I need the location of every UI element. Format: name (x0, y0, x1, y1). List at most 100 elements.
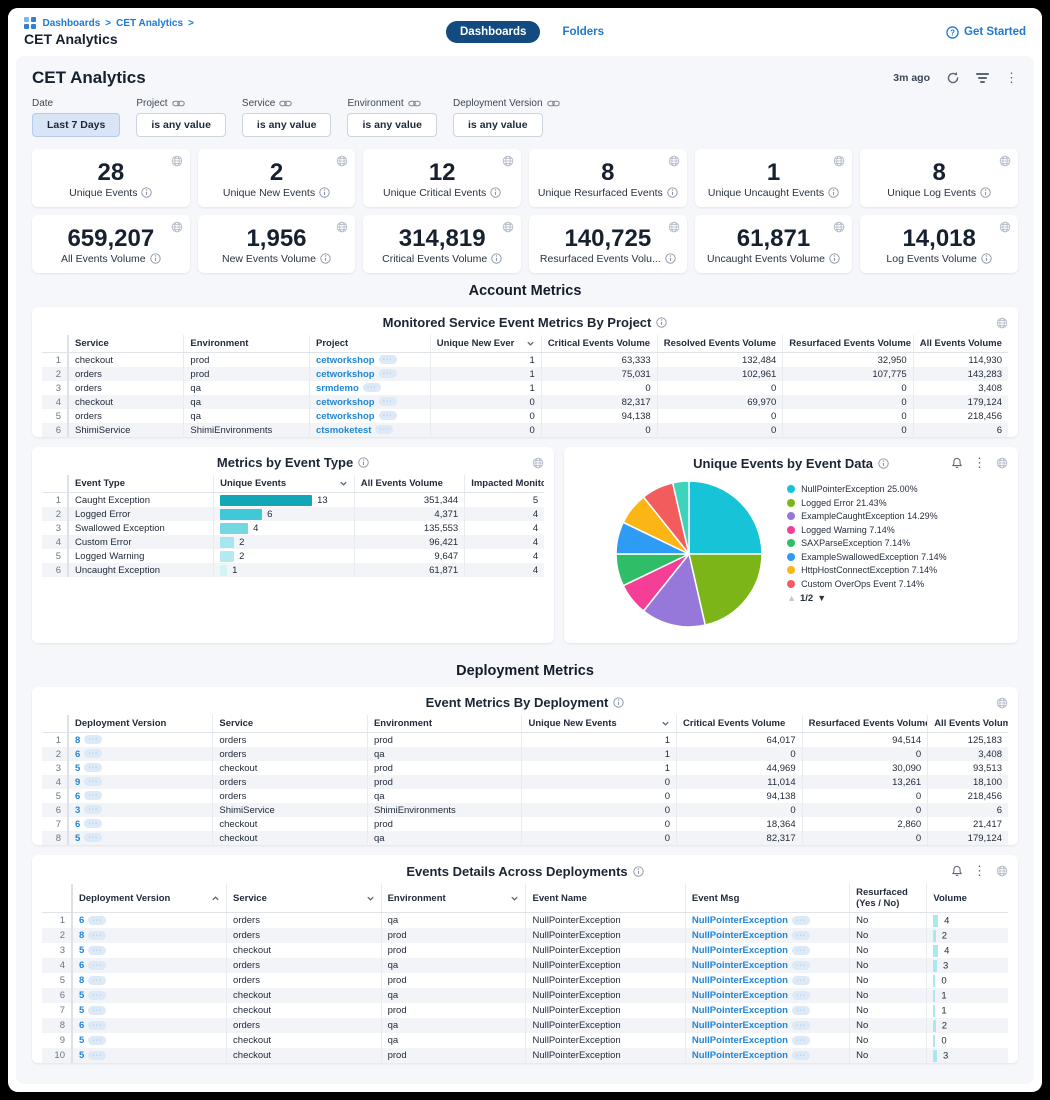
cell-link-text[interactable]: 8 (79, 975, 84, 986)
cell-link-text[interactable]: 5 (79, 1035, 84, 1046)
kebab-menu-icon[interactable]: ⋮ (973, 455, 986, 471)
tab-folders[interactable]: Folders (562, 26, 604, 38)
cell-link-text[interactable]: cetworkshop (316, 369, 375, 380)
more-options-pill[interactable]: ··· (84, 749, 102, 758)
cell-link-text[interactable]: 5 (79, 1050, 84, 1061)
column-header-all-events-volume[interactable]: All Events Volume (928, 715, 1008, 733)
cell-link-text[interactable]: 8 (75, 735, 80, 746)
tab-dashboards[interactable]: Dashboards (446, 21, 540, 43)
legend-page-up-icon[interactable]: ▲ (787, 593, 796, 603)
column-header-resolved-events-volume[interactable]: Resolved Events Volume (657, 335, 783, 353)
cell-link-text[interactable]: 5 (79, 990, 84, 1001)
globe-icon[interactable] (996, 457, 1008, 469)
cell-link-text[interactable]: 5 (79, 945, 84, 956)
info-icon[interactable] (667, 187, 678, 198)
globe-icon[interactable] (171, 155, 183, 167)
info-icon[interactable] (665, 253, 676, 264)
globe-icon[interactable] (996, 865, 1008, 877)
column-header-event-type[interactable]: Event Type (68, 475, 214, 493)
more-options-pill[interactable]: ··· (379, 355, 397, 364)
column-header-resurfaced[interactable]: Resurfaced(Yes / No) (850, 884, 927, 913)
more-options-pill[interactable]: ··· (792, 976, 810, 985)
column-header-critical-events-volume[interactable]: Critical Events Volume (541, 335, 657, 353)
more-options-pill[interactable]: ··· (88, 1021, 106, 1030)
column-header-environment[interactable]: Environment (184, 335, 310, 353)
info-icon[interactable] (980, 187, 991, 198)
get-started-link[interactable]: ? Get Started (946, 26, 1026, 39)
globe-icon[interactable] (336, 221, 348, 233)
more-options-pill[interactable]: ··· (84, 819, 102, 828)
more-options-pill[interactable]: ··· (88, 961, 106, 970)
cell-link-text[interactable]: cetworkshop (316, 355, 375, 366)
bell-icon[interactable] (951, 865, 963, 877)
cell-link-text[interactable]: NullPointerException (692, 1020, 788, 1031)
more-options-pill[interactable]: ··· (88, 1006, 106, 1015)
legend-item[interactable]: Logged Warning 7.14% (787, 525, 969, 536)
info-icon[interactable] (150, 253, 161, 264)
more-options-pill[interactable]: ··· (792, 1021, 810, 1030)
more-options-pill[interactable]: ··· (88, 976, 106, 985)
cell-link-text[interactable]: NullPointerException (692, 1005, 788, 1016)
filter-icon[interactable] (976, 73, 989, 83)
globe-icon[interactable] (336, 155, 348, 167)
info-icon[interactable] (878, 458, 889, 469)
column-header-resurfaced-events-volume[interactable]: Resurfaced Events Volume (802, 715, 928, 733)
cell-link-text[interactable]: NullPointerException (692, 975, 788, 986)
globe-icon[interactable] (996, 317, 1008, 329)
refresh-icon[interactable] (946, 71, 960, 85)
more-options-pill[interactable]: ··· (375, 425, 393, 434)
cell-link-text[interactable]: 3 (75, 805, 80, 816)
more-options-pill[interactable]: ··· (84, 763, 102, 772)
column-header-unique-new-ever[interactable]: Unique New Ever (430, 335, 541, 353)
info-icon[interactable] (358, 457, 369, 468)
cell-link-text[interactable]: 6 (79, 915, 84, 926)
globe-icon[interactable] (668, 221, 680, 233)
globe-icon[interactable] (996, 697, 1008, 709)
more-options-pill[interactable]: ··· (379, 411, 397, 420)
more-options-pill[interactable]: ··· (379, 369, 397, 378)
column-header-environment[interactable]: Environment (367, 715, 522, 733)
filter-value-button[interactable]: is any value (347, 113, 437, 137)
cell-link-text[interactable]: 8 (79, 930, 84, 941)
cell-link-text[interactable]: NullPointerException (692, 915, 788, 926)
column-header-event-name[interactable]: Event Name (526, 884, 685, 913)
column-header-impacted-monitored-services[interactable]: Impacted Monitored Services (465, 475, 544, 493)
cell-link-text[interactable]: 6 (75, 749, 80, 760)
cell-link-text[interactable]: NullPointerException (692, 1035, 788, 1046)
column-header-event-msg[interactable]: Event Msg (685, 884, 849, 913)
more-options-pill[interactable]: ··· (88, 946, 106, 955)
cell-link-text[interactable]: 5 (75, 833, 80, 844)
column-header-environment[interactable]: Environment (381, 884, 526, 913)
cell-link-text[interactable]: NullPointerException (692, 990, 788, 1001)
kebab-menu-icon[interactable]: ⋮ (1005, 70, 1018, 86)
column-header-all-events-volume[interactable]: All Events Volume (913, 335, 1008, 353)
globe-icon[interactable] (532, 457, 544, 469)
legend-item[interactable]: SAXParseException 7.14% (787, 538, 969, 549)
column-header-unique-new-events[interactable]: Unique New Events (522, 715, 677, 733)
more-options-pill[interactable]: ··· (88, 916, 106, 925)
filter-value-button[interactable]: is any value (242, 113, 332, 137)
globe-icon[interactable] (668, 155, 680, 167)
more-options-pill[interactable]: ··· (792, 1006, 810, 1015)
column-header-volume[interactable]: Volume (927, 884, 1008, 913)
breadcrumb-current[interactable]: CET Analytics (116, 18, 183, 29)
column-header-project[interactable]: Project (309, 335, 430, 353)
more-options-pill[interactable]: ··· (792, 916, 810, 925)
more-options-pill[interactable]: ··· (84, 777, 102, 786)
column-header-service[interactable]: Service (227, 884, 382, 913)
cell-link-text[interactable]: NullPointerException (692, 960, 788, 971)
cell-link-text[interactable]: NullPointerException (692, 1050, 788, 1061)
more-options-pill[interactable]: ··· (84, 833, 102, 842)
filter-value-button[interactable]: is any value (453, 113, 543, 137)
globe-icon[interactable] (502, 221, 514, 233)
legend-item[interactable]: Custom OverOps Event 7.14% (787, 579, 969, 590)
legend-item[interactable]: ExampleCaughtException 14.29% (787, 511, 969, 522)
column-header-service[interactable]: Service (68, 335, 184, 353)
info-icon[interactable] (633, 866, 644, 877)
cell-link-text[interactable]: cetworkshop (316, 397, 375, 408)
info-icon[interactable] (319, 187, 330, 198)
info-icon[interactable] (491, 253, 502, 264)
more-options-pill[interactable]: ··· (792, 991, 810, 1000)
column-header-deployment-version[interactable]: Deployment Version (68, 715, 213, 733)
column-header-service[interactable]: Service (213, 715, 368, 733)
